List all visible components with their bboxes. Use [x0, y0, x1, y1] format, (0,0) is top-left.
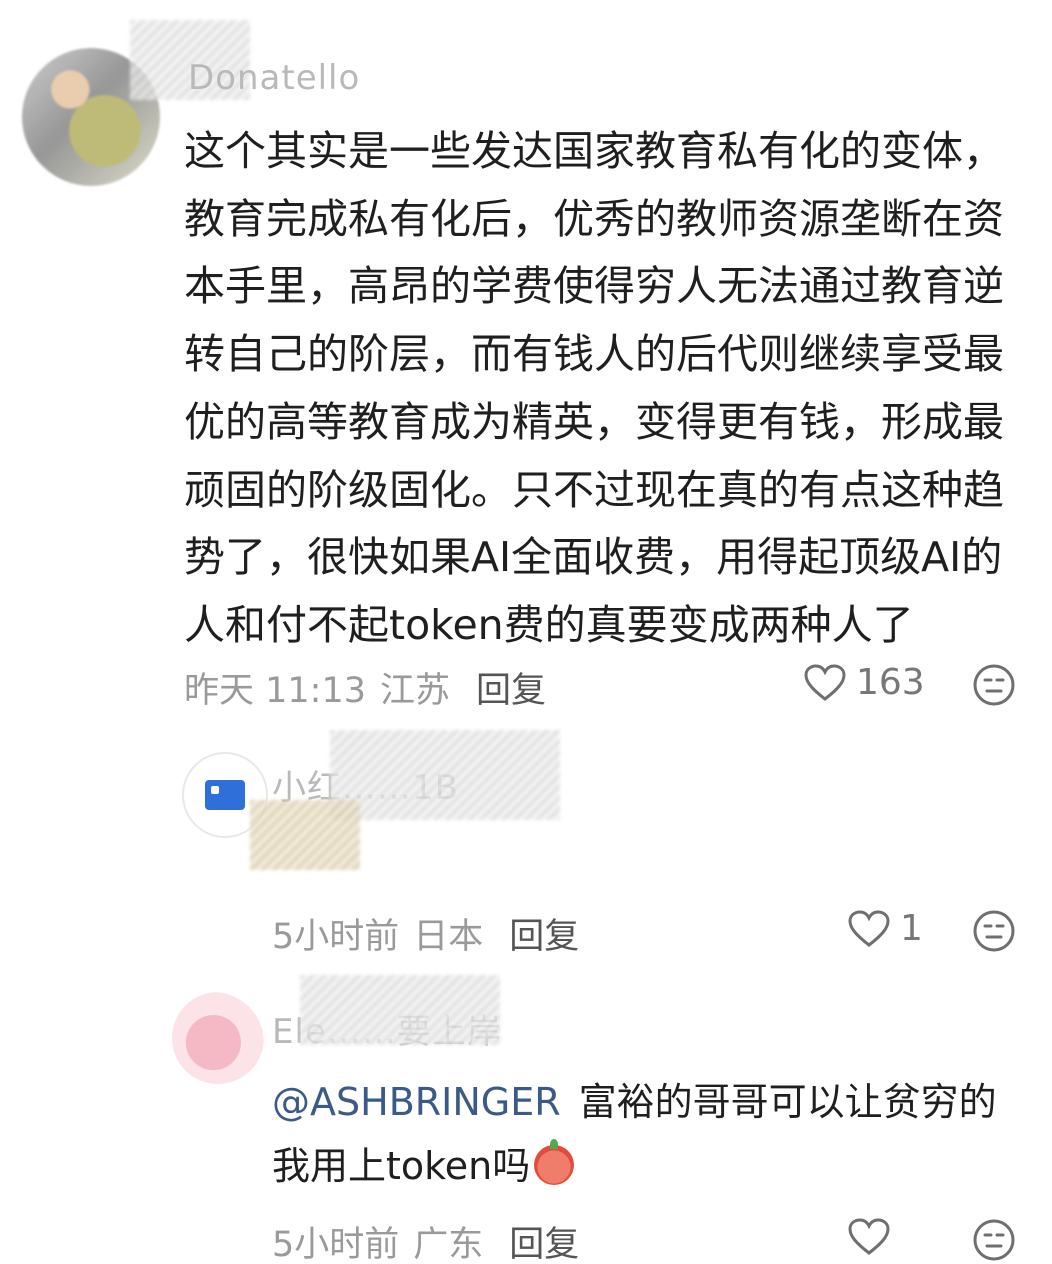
- unhappy-face-icon[interactable]: [972, 663, 1016, 707]
- comment-body: 这个其实是一些发达国家教育私有化的变体， 教育完成私有化后，优秀的教师资源垄断在…: [184, 118, 1034, 660]
- heart-outline-icon: [804, 663, 846, 701]
- peach-emoji-icon: [534, 1139, 575, 1185]
- mention-link[interactable]: @ASHBRINGER: [272, 1080, 561, 1124]
- comment-line: 这个其实是一些发达国家教育私有化的变体，: [184, 127, 1004, 175]
- reply-location: 广东: [413, 1225, 484, 1264]
- like-button[interactable]: [848, 1218, 900, 1256]
- reply-line: 我用上token吗: [272, 1134, 1032, 1198]
- like-button[interactable]: 1: [848, 908, 923, 949]
- heart-outline-icon: [848, 909, 890, 947]
- blur-overlay: [300, 975, 500, 1045]
- comment-line: 教育完成私有化后，优秀的教师资源垄断在资: [184, 194, 1004, 243]
- comment-thread: Donatello 这个其实是一些发达国家教育私有化的变体， 教育完成私有化后，…: [0, 0, 1052, 1264]
- heart-outline-icon: [848, 1218, 890, 1255]
- unhappy-face-icon[interactable]: [972, 1218, 1016, 1262]
- comment-line: 人和付不起token费的真要变成两种人了: [184, 600, 914, 649]
- comment-username[interactable]: Donatello: [188, 58, 360, 98]
- comment-line: 本手里，高昂的学费使得穷人无法通过教育逆: [184, 262, 1004, 311]
- like-count: 163: [856, 662, 925, 703]
- reply-location: 日本: [413, 917, 484, 957]
- comment-line: 顽固的阶级固化。只不过现在真的有点这种趋: [184, 465, 1004, 514]
- reply-button[interactable]: 回复: [509, 908, 579, 959]
- reply-body: @ASHBRINGER 富裕的哥哥可以让贫穷的 我用上token吗: [272, 1070, 1032, 1198]
- reply-meta: 5小时前 日本 回复: [272, 908, 579, 959]
- book-icon: [205, 780, 245, 810]
- unhappy-face-icon[interactable]: [972, 909, 1016, 953]
- comment-time: 昨天 11:13: [184, 671, 366, 711]
- comment-line: 势了，很快如果AI全面收费，用得起顶级AI的: [184, 533, 1003, 582]
- reply-time: 5小时前: [272, 1225, 400, 1264]
- reply-text-segment: 富裕的哥哥可以让贫穷的: [578, 1080, 997, 1124]
- avatar[interactable]: [172, 992, 264, 1084]
- reply-button[interactable]: 回复: [509, 1216, 579, 1264]
- reply-time: 5小时前: [272, 917, 400, 957]
- comment-line: 优的高等教育成为精英，变得更有钱，形成最: [184, 397, 1004, 446]
- comment-meta: 昨天 11:13 江苏 回复: [184, 662, 546, 713]
- reply-line: @ASHBRINGER 富裕的哥哥可以让贫穷的: [272, 1070, 1032, 1134]
- comment-line: 转自己的阶层，而有钱人的后代则继续享受最: [184, 330, 1004, 379]
- reply-button[interactable]: 回复: [476, 662, 546, 713]
- like-button[interactable]: 163: [804, 662, 925, 703]
- blur-overlay: [250, 800, 360, 870]
- blur-overlay: [330, 730, 560, 820]
- like-count: 1: [900, 908, 923, 949]
- comment-location: 江苏: [380, 671, 451, 711]
- reply-meta: 5小时前 广东 回复: [272, 1216, 579, 1264]
- reply-text-segment: 我用上token吗: [272, 1144, 531, 1188]
